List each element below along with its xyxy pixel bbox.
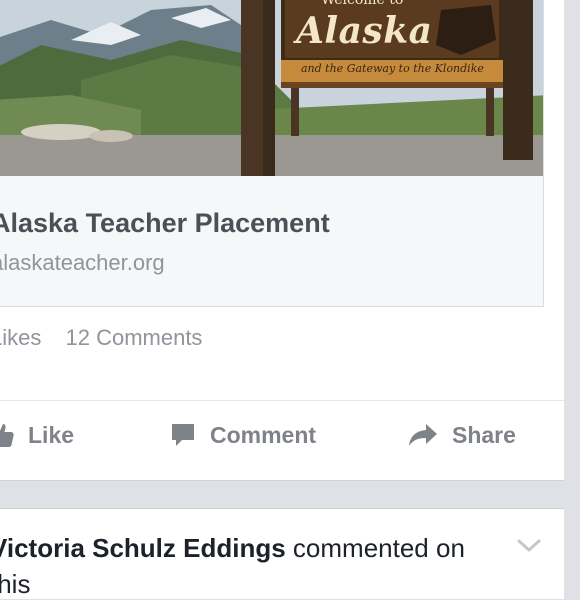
like-button[interactable]: Like bbox=[0, 415, 74, 455]
next-story-card: Victoria Schulz Eddings commented on thi… bbox=[0, 508, 564, 599]
sign-top-text: Welcome to bbox=[321, 0, 404, 8]
like-label: Like bbox=[28, 421, 75, 448]
post-stats: Likes 12 Comments bbox=[0, 325, 220, 351]
story-header: Victoria Schulz Eddings commented on bbox=[0, 533, 465, 564]
story-action: commented on bbox=[292, 533, 465, 563]
likes-count[interactable]: Likes bbox=[0, 325, 41, 350]
share-label: Share bbox=[452, 421, 516, 448]
comment-label: Comment bbox=[210, 421, 317, 448]
feed-post-card: Welcome to Alaska and the Gateway to the… bbox=[0, 0, 564, 481]
comment-bubble-icon bbox=[172, 424, 194, 446]
thumbs-up-icon bbox=[0, 424, 14, 447]
chevron-down-icon[interactable] bbox=[517, 539, 541, 553]
comment-button[interactable]: Comment bbox=[170, 415, 316, 455]
action-divider bbox=[0, 400, 564, 401]
story-header-continued: this bbox=[0, 569, 31, 599]
share-arrow-icon bbox=[409, 424, 437, 446]
link-preview-image[interactable]: Welcome to Alaska and the Gateway to the… bbox=[0, 0, 543, 176]
link-title[interactable]: Alaska Teacher Placement bbox=[0, 208, 330, 239]
link-preview[interactable]: Welcome to Alaska and the Gateway to the… bbox=[0, 0, 544, 307]
link-domain: alaskateacher.org bbox=[0, 250, 165, 275]
comments-count[interactable]: 12 Comments bbox=[65, 325, 202, 350]
share-button[interactable]: Share bbox=[408, 415, 516, 455]
sign-bottom-text: and the Gateway to the Klondike bbox=[301, 62, 484, 75]
story-author[interactable]: Victoria Schulz Eddings bbox=[0, 533, 286, 563]
sign-title: Alaska bbox=[296, 10, 433, 52]
